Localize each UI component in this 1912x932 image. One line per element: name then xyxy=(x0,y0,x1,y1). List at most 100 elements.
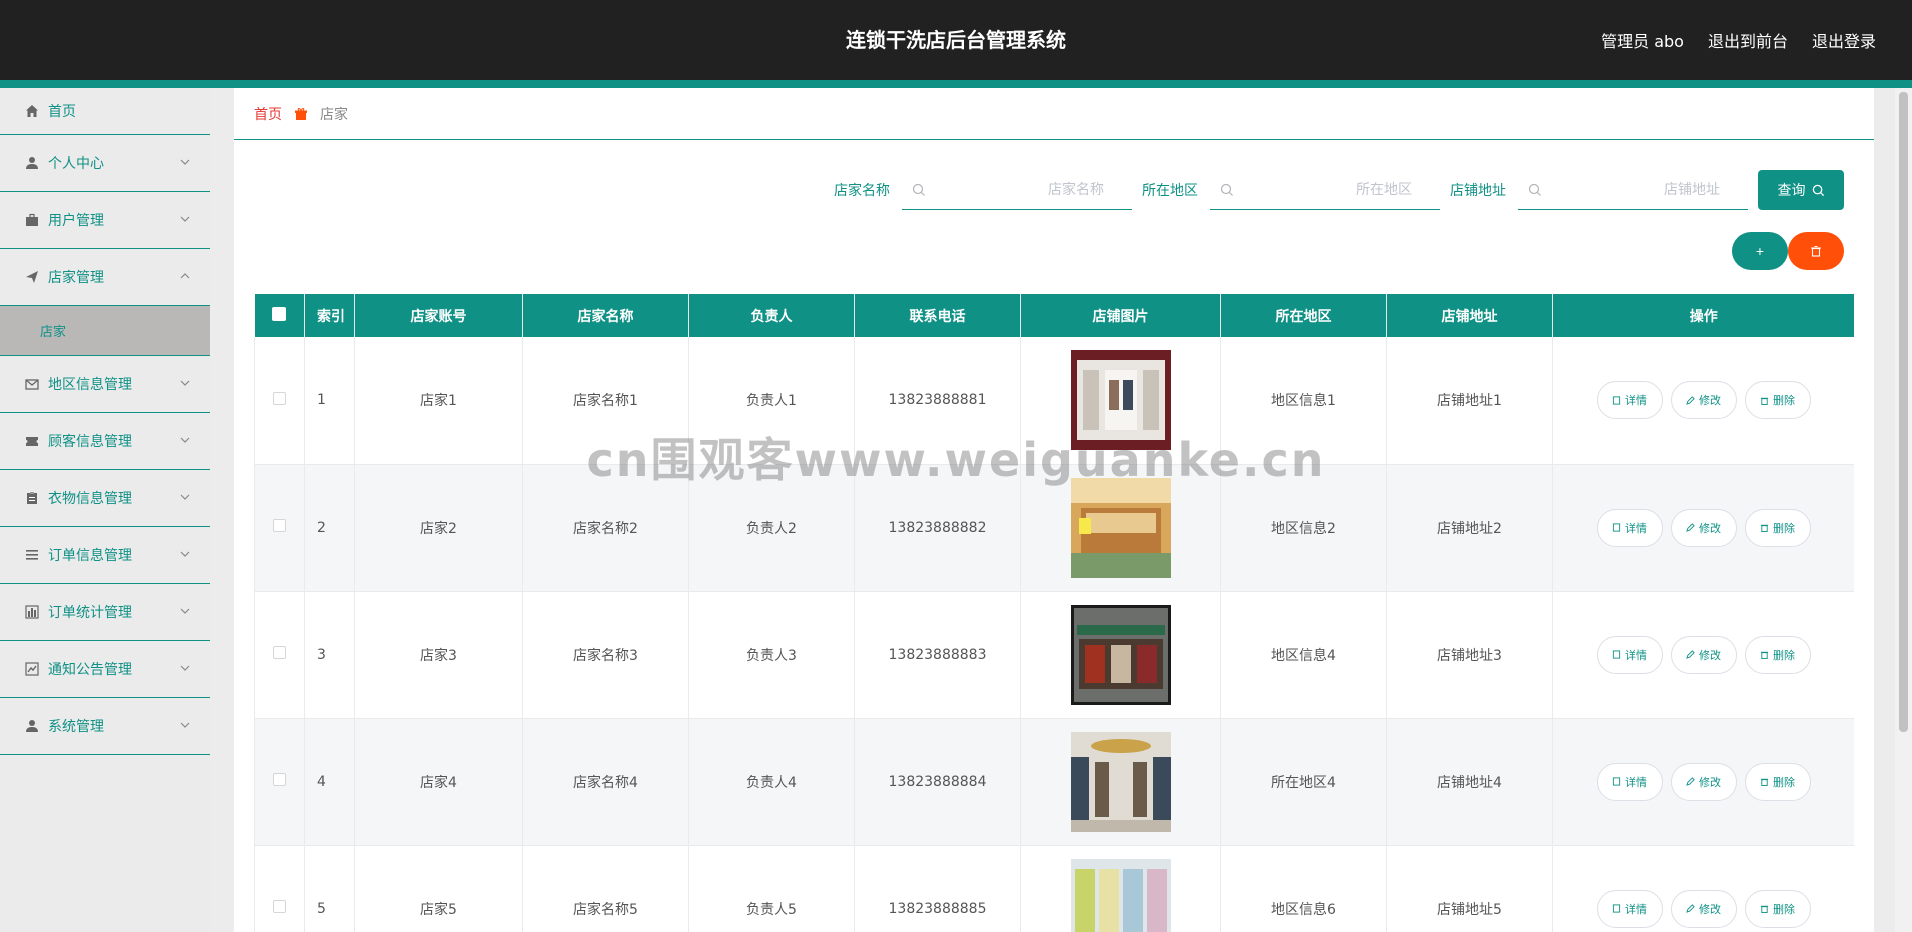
cell-region: 地区信息6 xyxy=(1220,845,1387,932)
sidebar-item-home[interactable]: 首页 xyxy=(0,88,210,135)
region-input[interactable] xyxy=(1210,170,1440,209)
detail-label: 详情 xyxy=(1625,648,1647,662)
row-checkbox[interactable] xyxy=(273,646,286,659)
detail-button[interactable]: 详情 xyxy=(1596,381,1663,420)
sidebar-item-user-management[interactable]: 用户管理 xyxy=(0,192,210,249)
add-button[interactable]: + xyxy=(1732,232,1788,270)
bar-chart-icon xyxy=(24,604,40,620)
top-actions: 管理员 abo 退出到前台 退出登录 xyxy=(1601,0,1876,80)
query-button[interactable]: 查询 xyxy=(1758,170,1844,210)
search-icon xyxy=(1812,184,1824,196)
chevron-down-icon xyxy=(180,159,190,165)
chevron-down-icon xyxy=(180,608,190,614)
edit-button[interactable]: 修改 xyxy=(1670,762,1737,801)
cell-account: 店家5 xyxy=(354,845,523,932)
sidebar-item-customer-management[interactable]: 顾客信息管理 xyxy=(0,413,210,470)
table-header-row: 索引 店家账号 店家名称 负责人 联系电话 店铺图片 所在地区 店铺地址 操作 xyxy=(254,294,1854,337)
sidebar-item-system-management[interactable]: 系统管理 xyxy=(0,698,210,755)
cell-operations: 详情 修改 删除 xyxy=(1552,718,1854,845)
edit-label: 修改 xyxy=(1699,648,1721,662)
edit-button[interactable]: 修改 xyxy=(1670,381,1737,420)
page-scrollbar[interactable] xyxy=(1895,88,1912,932)
cell-account: 店家3 xyxy=(354,591,523,718)
sidebar-item-label: 用户管理 xyxy=(48,213,104,229)
breadcrumb-home-link[interactable]: 首页 xyxy=(254,104,282,124)
sidebar-item-label: 订单统计管理 xyxy=(48,605,132,621)
sidebar-item-label: 订单信息管理 xyxy=(48,548,132,564)
edit-icon xyxy=(1686,777,1695,786)
sidebar-item-label: 个人中心 xyxy=(48,156,104,172)
header-phone: 联系电话 xyxy=(854,294,1021,337)
exit-to-front-link[interactable]: 退出到前台 xyxy=(1708,28,1788,52)
edit-button[interactable]: 修改 xyxy=(1670,889,1737,928)
cell-region: 地区信息1 xyxy=(1220,337,1387,464)
briefcase-icon xyxy=(24,212,40,228)
region-label: 所在地区 xyxy=(1142,183,1198,199)
top-accent-stripe xyxy=(0,80,1912,88)
cell-manager: 负责人2 xyxy=(688,464,855,591)
sidebar-subitem-store[interactable]: 店家 xyxy=(0,306,210,356)
store-table: 索引 店家账号 店家名称 负责人 联系电话 店铺图片 所在地区 店铺地址 操作 … xyxy=(254,294,1854,932)
detail-button[interactable]: 详情 xyxy=(1596,635,1663,674)
header-select-all xyxy=(254,294,305,337)
row-checkbox[interactable] xyxy=(273,391,286,405)
cell-manager: 负责人3 xyxy=(688,591,855,718)
scrollbar-thumb[interactable] xyxy=(1899,92,1908,732)
detail-button[interactable]: 详情 xyxy=(1596,889,1663,928)
row-checkbox[interactable] xyxy=(273,519,286,532)
edit-button[interactable]: 修改 xyxy=(1670,635,1737,674)
breadcrumb: 首页 店家 xyxy=(234,88,1874,140)
cell-phone: 13823888882 xyxy=(854,464,1021,591)
delete-button[interactable]: 删除 xyxy=(1744,381,1811,420)
chevron-down-icon xyxy=(180,494,190,500)
sidebar-item-notice-management[interactable]: 通知公告管理 xyxy=(0,641,210,698)
row-checkbox[interactable] xyxy=(273,773,286,786)
chevron-down-icon xyxy=(180,216,190,222)
cell-index: 2 xyxy=(304,464,355,591)
sidebar-item-order-statistics[interactable]: 订单统计管理 xyxy=(0,584,210,641)
sidebar-item-store-management[interactable]: 店家管理 xyxy=(0,249,210,306)
cell-store-name: 店家名称4 xyxy=(522,718,689,845)
address-input[interactable] xyxy=(1518,170,1748,209)
store-name-input[interactable] xyxy=(902,170,1132,209)
delete-button[interactable]: 删除 xyxy=(1744,508,1811,547)
detail-label: 详情 xyxy=(1625,521,1647,535)
cell-account: 店家1 xyxy=(354,337,523,464)
logout-link[interactable]: 退出登录 xyxy=(1812,28,1876,52)
admin-user-label: 管理员 abo xyxy=(1601,32,1684,51)
sidebar-item-region-management[interactable]: 地区信息管理 xyxy=(0,356,210,413)
sidebar-item-clothes-management[interactable]: 衣物信息管理 xyxy=(0,470,210,527)
header-address: 店铺地址 xyxy=(1386,294,1553,337)
cell-account: 店家2 xyxy=(354,464,523,591)
sidebar-item-order-management[interactable]: 订单信息管理 xyxy=(0,527,210,584)
sidebar-item-label: 系统管理 xyxy=(48,719,104,735)
sidebar-item-label: 顾客信息管理 xyxy=(48,434,132,450)
chevron-down-icon xyxy=(180,665,190,671)
store-image xyxy=(1070,604,1171,705)
edit-icon xyxy=(1686,904,1695,913)
detail-button[interactable]: 详情 xyxy=(1596,508,1663,547)
sidebar-item-label: 店家管理 xyxy=(48,270,104,286)
cell-region: 所在地区4 xyxy=(1220,718,1387,845)
home-icon xyxy=(24,103,40,119)
user-icon xyxy=(24,155,40,171)
cell-operations: 详情 修改 删除 xyxy=(1552,337,1854,464)
delete-button[interactable]: 删除 xyxy=(1744,889,1811,928)
batch-delete-button[interactable] xyxy=(1788,232,1844,270)
edit-icon xyxy=(1686,396,1695,405)
sidebar-item-personal-center[interactable]: 个人中心 xyxy=(0,135,210,192)
cell-manager: 负责人4 xyxy=(688,718,855,845)
edit-button[interactable]: 修改 xyxy=(1670,508,1737,547)
chevron-down-icon xyxy=(180,722,190,728)
cell-address: 店铺地址1 xyxy=(1386,337,1553,464)
row-select-cell xyxy=(254,718,305,845)
sidebar-item-label: 衣物信息管理 xyxy=(48,491,132,507)
store-name-label: 店家名称 xyxy=(834,183,890,199)
select-all-checkbox[interactable] xyxy=(272,306,287,321)
delete-button[interactable]: 删除 xyxy=(1744,635,1811,674)
cell-manager: 负责人1 xyxy=(688,337,855,464)
user-icon xyxy=(24,718,40,734)
detail-button[interactable]: 详情 xyxy=(1596,762,1663,801)
row-checkbox[interactable] xyxy=(273,900,286,913)
delete-button[interactable]: 删除 xyxy=(1744,762,1811,801)
